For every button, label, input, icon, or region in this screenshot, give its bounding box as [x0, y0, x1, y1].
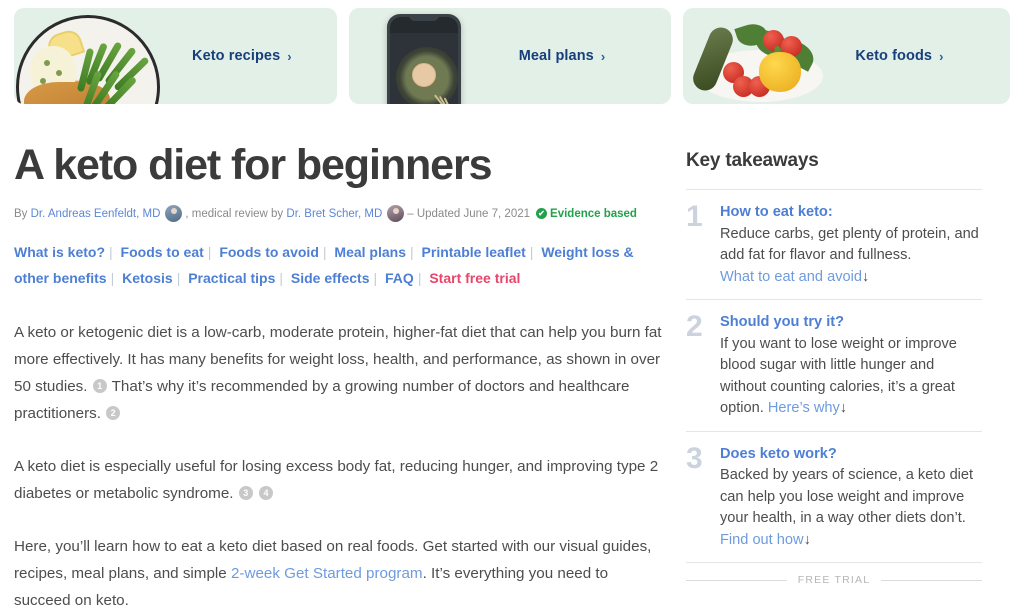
green-beans — [76, 38, 156, 104]
promo-card-text: Keto recipes — [192, 48, 281, 64]
nav-link-foods-to-avoid[interactable]: Foods to avoid — [219, 244, 319, 260]
byline-by-label: By — [14, 207, 28, 220]
takeaway-link[interactable]: Here’s why — [768, 400, 840, 416]
promo-card-keto-foods[interactable]: Keto foods › — [683, 8, 1010, 104]
nav-link-ketosis[interactable]: Ketosis — [122, 270, 173, 286]
arrow-down-icon: ↓ — [839, 400, 848, 416]
takeaway-item-1: 1 How to eat keto: Reduce carbs, get plen… — [686, 190, 982, 300]
citation-badge-1[interactable]: 1 — [92, 379, 107, 393]
vegetables-illustration — [689, 18, 824, 102]
author-avatar — [165, 205, 183, 222]
keto-recipes-image — [14, 8, 164, 104]
promo-card-text: Keto foods — [855, 48, 933, 64]
promo-card-label: Meal plans › — [519, 48, 606, 64]
nav-separator: | — [373, 270, 378, 286]
takeaway-text: Backed by years of science, a keto diet … — [720, 467, 974, 526]
takeaway-link[interactable]: Find out how — [720, 532, 804, 548]
evidence-based-label: Evidence based — [550, 207, 637, 220]
nav-separator: | — [109, 244, 113, 260]
nav-separator: | — [410, 244, 414, 260]
citation-badge-3[interactable]: 3 — [238, 486, 253, 500]
takeaway-item-2: 2 Should you try it? If you want to lose … — [686, 300, 982, 432]
evidence-based-badge[interactable]: ✔ Evidence based — [536, 207, 637, 221]
key-takeaways-sidebar: Key takeaways 1 How to eat keto: Reduce c… — [686, 150, 982, 586]
nav-link-printable-leaflet[interactable]: Printable leaflet — [422, 244, 526, 260]
takeaway-heading: How to eat keto: — [720, 204, 833, 220]
chevron-right-icon: › — [287, 48, 292, 64]
check-circle-icon: ✔ — [536, 208, 548, 219]
nav-link-meal-plans[interactable]: Meal plans — [334, 244, 406, 260]
arrow-down-icon: ↓ — [861, 268, 870, 285]
promo-card-label: Keto recipes › — [192, 48, 292, 64]
takeaway-number: 3 — [686, 441, 703, 475]
author-link[interactable]: Dr. Andreas Eenfeldt, MD — [31, 207, 161, 221]
takeaway-text: Reduce carbs, get plenty of protein, and… — [720, 225, 979, 264]
paragraph-1: A keto or ketogenic diet is a low-carb, … — [14, 319, 666, 427]
promo-card-text: Meal plans — [518, 48, 594, 64]
takeaway-content: Should you try it? If you want to lose we… — [720, 312, 982, 420]
keto-foods-image — [683, 8, 833, 104]
updated-date: – Updated June 7, 2021 — [407, 207, 531, 220]
nav-link-side-effects[interactable]: Side effects — [291, 270, 370, 286]
takeaway-heading: Does keto work? — [720, 445, 837, 462]
divider-line-left — [686, 579, 787, 581]
nav-link-foods-to-eat[interactable]: Foods to eat — [121, 244, 204, 260]
page-title: A keto diet for beginners — [14, 141, 493, 189]
takeaway-number: 1 — [686, 200, 703, 233]
takeaway-content: Does keto work? Backed by years of scienc… — [720, 444, 982, 552]
promo-card-meal-plans[interactable]: Meal plans › — [348, 8, 672, 104]
nav-link-practical-tips[interactable]: Practical tips — [188, 270, 275, 286]
nav-separator: | — [417, 270, 422, 286]
nav-separator: | — [279, 270, 284, 286]
nav-link-what-is-keto[interactable]: What is keto? — [14, 244, 105, 260]
chevron-right-icon: › — [939, 48, 944, 64]
free-trial-label: FREE TRIAL — [797, 574, 871, 586]
chevron-right-icon: › — [600, 48, 606, 64]
takeaway-heading: Should you try it? — [720, 314, 845, 330]
nav-separator: | — [322, 244, 327, 260]
byline: By Dr. Andreas Eenfeldt, MD , medical re… — [14, 205, 666, 222]
free-trial-divider: FREE TRIAL — [686, 574, 982, 586]
article-body: A keto or ketogenic diet is a low-carb, … — [14, 319, 666, 614]
get-started-program-link[interactable]: 2-week Get Started program — [231, 565, 423, 582]
smartphone-illustration — [386, 14, 461, 104]
nav-link-start-free-trial[interactable]: Start free trial — [429, 270, 520, 286]
reviewer-link[interactable]: Dr. Bret Scher, MD — [286, 207, 382, 221]
nav-separator: | — [110, 270, 115, 286]
reviewer-avatar — [387, 205, 405, 222]
sidebar-title: Key takeaways — [686, 150, 819, 171]
nav-link-faq[interactable]: FAQ — [385, 270, 414, 286]
divider-line-right — [881, 579, 982, 581]
takeaway-link[interactable]: What to eat and avoid — [720, 269, 862, 285]
takeaway-item-3: 3 Does keto work? Backed by years of scie… — [686, 432, 982, 563]
meal-plans-image — [349, 8, 499, 104]
paragraph-2: A keto diet is especially useful for los… — [14, 453, 666, 507]
nav-separator: | — [207, 244, 212, 260]
article-column: A keto diet for beginners By Dr. Andreas… — [14, 140, 666, 614]
arrow-down-icon: ↓ — [803, 531, 811, 548]
takeaway-content: How to eat keto: Reduce carbs, get plenty… — [720, 202, 982, 288]
promo-card-strip: Keto recipes › Meal plans › Keto foods › — [14, 8, 1010, 104]
promo-card-keto-recipes[interactable]: Keto recipes › — [14, 8, 337, 104]
promo-card-label: Keto foods › — [855, 48, 943, 64]
nav-separator: | — [176, 270, 181, 286]
paragraph-3: Here, you’ll learn how to eat a keto die… — [14, 533, 666, 614]
byline-review-label: , medical review by — [185, 207, 284, 220]
citation-badge-2[interactable]: 2 — [106, 406, 121, 420]
citation-badge-4[interactable]: 4 — [258, 486, 273, 500]
takeaway-number: 2 — [686, 310, 703, 343]
nav-separator: | — [529, 244, 534, 260]
article-section-nav: What is keto? | Foods to eat | Foods to av… — [14, 239, 654, 291]
paragraph-2-text: A keto diet is especially useful for los… — [14, 458, 659, 502]
